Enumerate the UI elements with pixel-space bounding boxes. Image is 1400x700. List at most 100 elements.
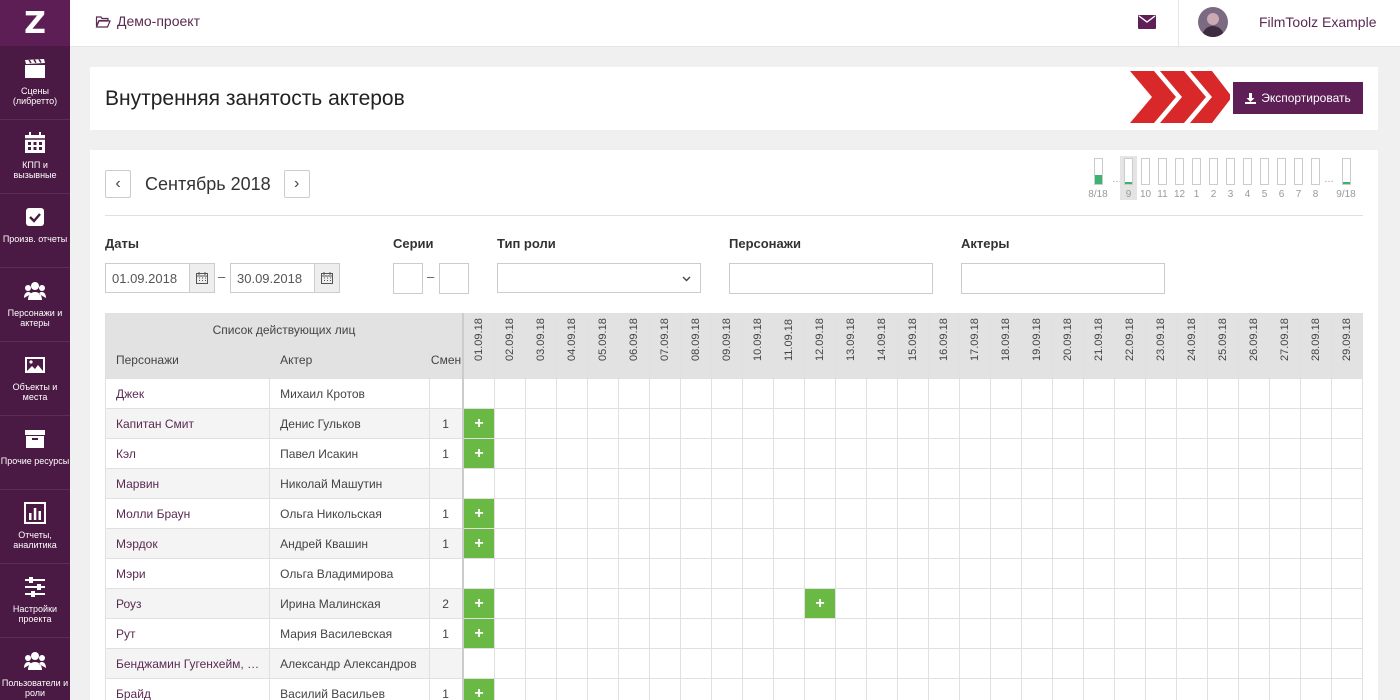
busy-day-cell[interactable]: + xyxy=(803,588,836,619)
day-cell[interactable] xyxy=(1330,408,1363,439)
day-cell[interactable] xyxy=(679,648,712,679)
day-cell[interactable] xyxy=(1330,588,1363,619)
day-cell[interactable] xyxy=(1237,408,1270,439)
day-cell[interactable] xyxy=(524,468,557,499)
day-cell[interactable] xyxy=(927,558,960,589)
day-cell[interactable] xyxy=(617,588,650,619)
day-cell[interactable] xyxy=(1237,378,1270,409)
day-cell[interactable] xyxy=(1206,678,1239,700)
day-cell[interactable] xyxy=(927,588,960,619)
day-cell[interactable] xyxy=(741,438,774,469)
sidebar-item-6[interactable]: Прочие ресурсы xyxy=(0,416,70,490)
day-cell[interactable] xyxy=(1299,438,1332,469)
day-cell[interactable] xyxy=(1082,618,1115,649)
month-overview-item[interactable]: 9/18 xyxy=(1332,156,1360,200)
day-cell[interactable] xyxy=(896,618,929,649)
sidebar-item-1[interactable]: Сцены (либретто) xyxy=(0,46,70,120)
day-cell[interactable] xyxy=(1113,618,1146,649)
day-cell[interactable] xyxy=(1113,528,1146,559)
day-cell[interactable] xyxy=(1237,558,1270,589)
busy-day-cell[interactable]: + xyxy=(462,618,495,649)
day-cell[interactable] xyxy=(493,648,526,679)
day-cell[interactable] xyxy=(1051,498,1084,529)
day-cell[interactable] xyxy=(1330,618,1363,649)
day-cell[interactable] xyxy=(1113,498,1146,529)
day-cell[interactable] xyxy=(865,528,898,559)
day-cell[interactable] xyxy=(958,558,991,589)
day-cell[interactable] xyxy=(1299,528,1332,559)
day-cell[interactable] xyxy=(555,528,588,559)
sidebar-item-2[interactable]: КПП и вызывные xyxy=(0,120,70,194)
day-cell[interactable] xyxy=(555,378,588,409)
day-cell[interactable] xyxy=(586,678,619,700)
day-cell[interactable] xyxy=(989,438,1022,469)
day-cell[interactable] xyxy=(710,648,743,679)
day-cell[interactable] xyxy=(586,438,619,469)
day-cell[interactable] xyxy=(803,498,836,529)
month-overview-item[interactable]: 11 xyxy=(1154,156,1171,200)
day-cell[interactable] xyxy=(1330,528,1363,559)
day-cell[interactable] xyxy=(989,618,1022,649)
day-cell[interactable] xyxy=(1206,408,1239,439)
day-cell[interactable] xyxy=(586,648,619,679)
day-cell[interactable] xyxy=(865,558,898,589)
day-cell[interactable] xyxy=(927,378,960,409)
day-cell[interactable] xyxy=(1020,678,1053,700)
day-cell[interactable] xyxy=(1206,528,1239,559)
day-cell[interactable] xyxy=(586,558,619,589)
day-cell[interactable] xyxy=(896,648,929,679)
day-cell[interactable] xyxy=(1175,618,1208,649)
day-cell[interactable] xyxy=(1268,558,1301,589)
character-name-link[interactable]: Марвин xyxy=(105,468,271,499)
character-name-link[interactable]: Мэрдок xyxy=(105,528,271,559)
day-cell[interactable] xyxy=(617,378,650,409)
date-to-input[interactable]: 30.09.2018 xyxy=(230,263,315,293)
character-name-link[interactable]: Капитан Смит xyxy=(105,408,271,439)
day-cell[interactable] xyxy=(710,528,743,559)
day-cell[interactable] xyxy=(648,678,681,700)
day-cell[interactable] xyxy=(1268,408,1301,439)
day-cell[interactable] xyxy=(555,618,588,649)
day-cell[interactable] xyxy=(865,438,898,469)
month-overview-item[interactable]: 1 xyxy=(1188,156,1205,200)
day-cell[interactable] xyxy=(524,648,557,679)
day-cell[interactable] xyxy=(555,498,588,529)
day-cell[interactable] xyxy=(958,438,991,469)
day-cell[interactable] xyxy=(1206,438,1239,469)
day-cell[interactable] xyxy=(865,648,898,679)
day-cell[interactable] xyxy=(896,678,929,700)
prev-month-button[interactable]: ‹ xyxy=(105,170,131,198)
day-cell[interactable] xyxy=(462,558,495,589)
day-cell[interactable] xyxy=(679,438,712,469)
day-cell[interactable] xyxy=(710,378,743,409)
month-overview-item[interactable]: 4 xyxy=(1239,156,1256,200)
day-cell[interactable] xyxy=(710,438,743,469)
sidebar-item-9[interactable]: Пользователи и роли xyxy=(0,638,70,700)
day-cell[interactable] xyxy=(834,378,867,409)
day-cell[interactable] xyxy=(1268,468,1301,499)
day-cell[interactable] xyxy=(927,618,960,649)
day-cell[interactable] xyxy=(648,438,681,469)
day-cell[interactable] xyxy=(834,618,867,649)
day-cell[interactable] xyxy=(958,408,991,439)
day-cell[interactable] xyxy=(679,408,712,439)
day-cell[interactable] xyxy=(958,498,991,529)
day-cell[interactable] xyxy=(803,678,836,700)
day-cell[interactable] xyxy=(865,618,898,649)
day-cell[interactable] xyxy=(1330,678,1363,700)
day-cell[interactable] xyxy=(586,528,619,559)
day-cell[interactable] xyxy=(865,378,898,409)
day-cell[interactable] xyxy=(1113,648,1146,679)
date-from-input[interactable]: 01.09.2018 xyxy=(105,263,190,293)
character-name-link[interactable]: Кэл xyxy=(105,438,271,469)
day-cell[interactable] xyxy=(896,588,929,619)
day-cell[interactable] xyxy=(1330,378,1363,409)
day-cell[interactable] xyxy=(1237,678,1270,700)
day-cell[interactable] xyxy=(524,588,557,619)
day-cell[interactable] xyxy=(1206,558,1239,589)
day-cell[interactable] xyxy=(865,468,898,499)
day-cell[interactable] xyxy=(1020,378,1053,409)
day-cell[interactable] xyxy=(1206,468,1239,499)
day-cell[interactable] xyxy=(493,528,526,559)
day-cell[interactable] xyxy=(1268,618,1301,649)
